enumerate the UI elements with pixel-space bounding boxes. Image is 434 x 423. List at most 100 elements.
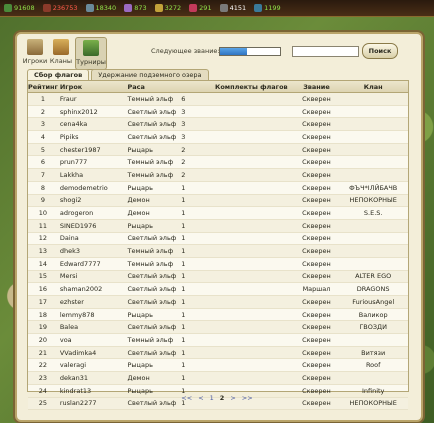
resource-2: 18340 [82,4,121,12]
pager-last[interactable]: >> [242,394,253,406]
tab-bar: Сбор флагов Удержание подземного озера [27,69,209,80]
tab-underground-lake[interactable]: Удержание подземного озера [91,69,209,80]
cell-player[interactable]: chester1987 [58,146,128,154]
cell-rank: 18 [38,310,48,319]
search-button[interactable]: Поиск [362,43,398,59]
table-row[interactable]: 21 VVadimka4 Светлый эльф 1 Скверен Витязи [28,346,408,360]
cell-player[interactable]: SINED1976 [58,222,128,230]
cell-rank: 17 [38,297,48,306]
clans-button[interactable]: Кланы [49,37,73,68]
gem-icon [189,4,198,12]
table-row[interactable]: 2 sphinx2012 Светлый эльф 3 Скверен [28,106,408,119]
cell-player[interactable]: Daina [58,234,128,242]
table-row[interactable]: 20 voa Темный эльф 1 Скверен [28,334,408,347]
resource-value: 18340 [95,4,117,12]
cell-flags: 3 [181,132,186,141]
resource-value: 4151 [229,4,247,12]
cell-player[interactable]: Balea [58,323,128,331]
table-row[interactable]: 14 Edward7777 Темный эльф 1 Скверен [28,258,408,271]
table-row[interactable]: 12 Daina Светлый эльф 1 Скверен [28,233,408,246]
cell-title: Скверен [302,145,331,154]
table-row[interactable]: 15 Mersi Светлый эльф 1 Скверен ALTER EGO [28,270,408,284]
cell-clan: ALTER EGO [355,272,392,281]
tournaments-label: Турниры [76,58,106,66]
cell-player[interactable]: dhek3 [58,247,128,255]
cell-player[interactable]: lemmy878 [58,311,128,319]
cell-player[interactable]: sphinx2012 [58,108,128,116]
table-row[interactable]: 1 Fraur Темный эльф 6 Скверен [28,93,408,106]
table-row[interactable]: 3 cena4ka Светлый эльф 3 Скверен [28,118,408,132]
table-row[interactable]: 23 dekan31 Демон 1 Скверен [28,372,408,385]
pager-page-1[interactable]: 1 [210,394,214,406]
cell-rank: 1 [40,94,45,103]
table-row[interactable]: 9 shogi2 Демон 1 Скверен НЕПОКОРНЫЕ [28,194,408,208]
cell-title: Скверен [302,247,331,256]
cell-player[interactable]: ezhster [58,298,128,306]
cell-player[interactable]: demodemetrio [58,184,128,192]
cell-player[interactable]: adrogeron [58,209,128,217]
table-row[interactable]: 10 adrogeron Демон 1 Скверен S.E.S. [28,207,408,220]
cell-race: Темный эльф [127,259,174,268]
weapons-icon [85,4,94,12]
cell-player[interactable]: voa [58,336,128,344]
table-header: Рейтинг Игрок Раса Комплекты флагов Зван… [28,81,408,93]
cell-player[interactable]: shaman2002 [58,285,128,293]
pager-next[interactable]: > [230,394,235,406]
tab-flag-capture[interactable]: Сбор флагов [27,69,90,80]
cell-player[interactable]: Edward7777 [58,260,128,268]
header-kits: Комплекты флагов [215,82,288,91]
cell-rank: 14 [38,259,48,268]
cell-title: Скверен [302,183,331,192]
table-row[interactable]: 22 valeragi Рыцарь 1 Скверен Roof [28,359,408,373]
table-row[interactable]: 18 lemmy878 Рыцарь 1 Скверен Валикор [28,309,408,322]
header-player: Игрок [59,82,83,91]
resource-6: 4151 [216,4,251,12]
pager-first[interactable]: << [181,394,192,406]
cell-race: Рыцарь [127,310,153,319]
cell-player[interactable]: Pipiks [58,133,128,141]
cell-player[interactable]: dekan31 [58,374,128,382]
resource-bar: 91608 236753 18340 873 3272 291 4151 1199 [0,0,434,17]
table-row[interactable]: 6 prun777 Темный эльф 2 Скверен [28,156,408,170]
cell-flags: 1 [181,196,186,205]
cell-flags: 6 [181,94,186,103]
cell-race: Светлый эльф [127,348,177,357]
players-button[interactable]: Игроки [23,37,47,68]
cell-player[interactable]: valeragi [58,361,128,369]
resource-1: 236753 [39,4,82,12]
table-row[interactable]: 5 chester1987 Рыцарь 2 Скверен [28,143,408,157]
table-row[interactable]: 16 shaman2002 Светлый эльф 1 Маршал DRAGONS [28,283,408,296]
pager-prev[interactable]: < [198,394,203,406]
cell-player[interactable]: shogi2 [58,196,128,204]
resource-value: 291 [199,4,212,12]
cell-title: Скверен [302,94,331,103]
cell-player[interactable]: prun777 [58,158,128,166]
table-row[interactable]: 17 ezhster Светлый эльф 1 Скверен FuriousAnge… [28,296,408,309]
cell-rank: 10 [38,209,48,218]
gold-icon [154,4,163,12]
cell-player[interactable]: Mersi [58,272,128,280]
resource-3: 873 [120,4,150,12]
cell-player[interactable]: Fraur [58,95,128,103]
table-row[interactable]: 19 Balea Светлый эльф 1 Скверен ГВОЗДИ [28,321,408,335]
cell-flags: 1 [181,310,186,319]
resource-5: 291 [185,4,215,12]
table-row[interactable]: 8 demodemetrio Рыцарь 1 Скверен ФЪЧ*ІЛЙБАЧВ [28,182,408,195]
cell-title: Скверен [302,348,331,357]
table-row[interactable]: 13 dhek3 Темный эльф 1 Скверен [28,245,408,258]
cell-player[interactable]: Lakkha [58,171,128,179]
table-row[interactable]: 4 Pipiks Светлый эльф 3 Скверен [28,131,408,144]
clans-icon [53,39,69,55]
cell-race: Светлый эльф [127,107,177,116]
cell-player[interactable]: cena4ka [58,120,128,128]
header-race: Раса [127,82,145,91]
resource-value: 873 [134,4,147,12]
cell-title: Скверен [302,310,331,319]
cell-player[interactable]: VVadimka4 [58,349,128,357]
table-row[interactable]: 7 Lakkha Темный эльф 2 Скверен [28,169,408,182]
table-row[interactable]: 11 SINED1976 Рыцарь 1 Скверен [28,219,408,233]
cell-race: Светлый эльф [127,234,177,243]
cell-rank: 8 [40,183,45,192]
search-input[interactable] [292,46,359,57]
tournaments-button[interactable]: Турниры [75,37,107,70]
